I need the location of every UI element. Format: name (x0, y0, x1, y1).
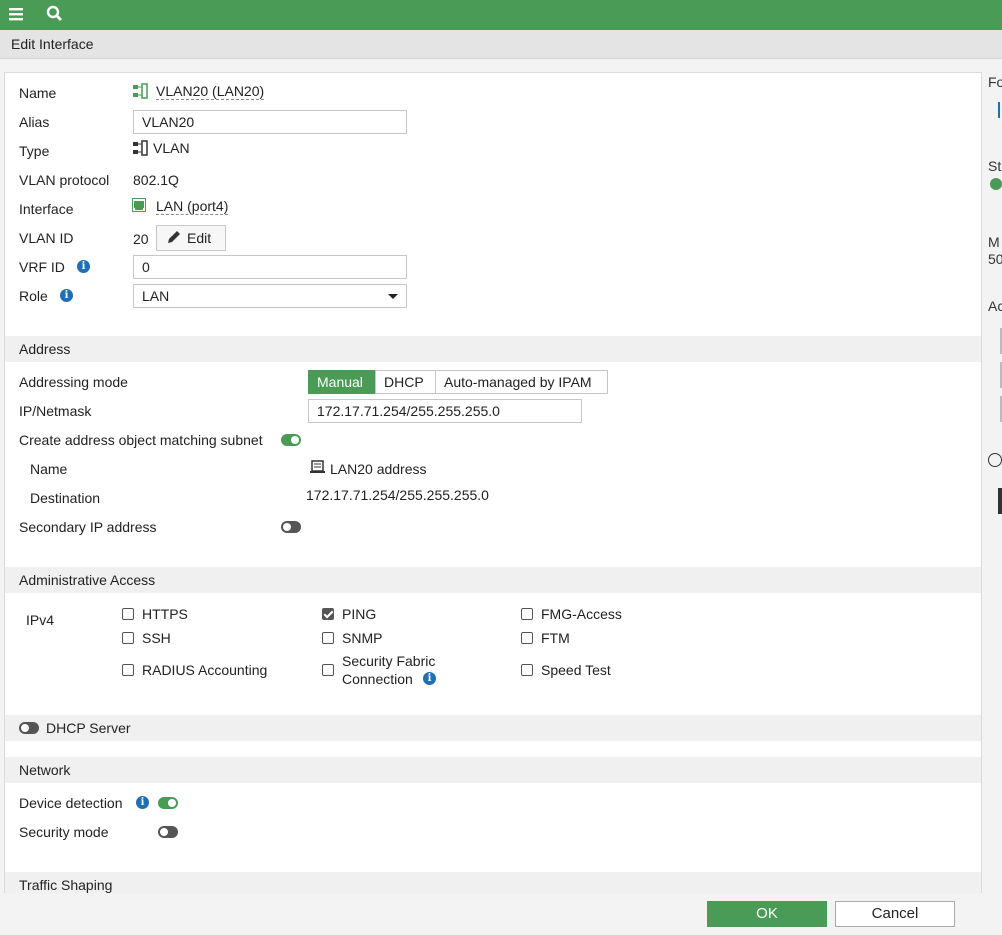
vlan-icon (132, 83, 148, 102)
admin-access-section-title: Administrative Access (19, 572, 156, 588)
address-object-name-value: LAN20 address (330, 461, 427, 477)
address-object-icon (310, 460, 325, 477)
mode-dhcp-button[interactable]: DHCP (375, 370, 436, 394)
role-label: Role (19, 288, 48, 304)
cancel-button[interactable]: Cancel (835, 901, 955, 927)
side-panel-label-ac: Ac (988, 298, 1002, 314)
ssh-label: SSH (142, 630, 171, 646)
name-value: VLAN20 (LAN20) (156, 83, 265, 100)
vlan-id-label: VLAN ID (19, 230, 74, 246)
port-icon (132, 198, 146, 215)
vlan-protocol-label: VLAN protocol (19, 172, 110, 188)
radius-accounting-checkbox[interactable] (122, 664, 134, 676)
mode-manual-button[interactable]: Manual (308, 370, 376, 394)
ipv4-label: IPv4 (26, 612, 55, 628)
addressing-mode-label: Addressing mode (19, 374, 128, 390)
security-fabric-label-line2: Connection (342, 671, 413, 687)
fmg-access-checkbox[interactable] (521, 608, 533, 620)
status-up-icon (990, 178, 1002, 190)
role-info-icon[interactable]: i (60, 289, 73, 302)
ip-netmask-input[interactable]: 172.17.71.254/255.255.255.0 (308, 399, 582, 423)
fmg-access-label: FMG-Access (541, 606, 622, 622)
device-detection-label: Device detection (19, 795, 123, 811)
network-section-title: Network (19, 762, 71, 778)
secondary-ip-label: Secondary IP address (19, 519, 157, 535)
vrf-id-info-icon[interactable]: i (77, 260, 90, 273)
vlan-id-edit-button[interactable]: Edit (156, 225, 226, 251)
vlan-type-icon (132, 140, 148, 159)
security-fabric-checkbox[interactable] (322, 664, 334, 676)
side-panel-label-m: M (988, 234, 1000, 250)
create-address-object-toggle[interactable] (281, 434, 301, 446)
speed-test-label: Speed Test (541, 662, 611, 678)
side-panel-link-icon[interactable] (998, 102, 1002, 118)
help-icon[interactable] (988, 453, 1002, 467)
https-label: HTTPS (142, 606, 188, 622)
ssh-checkbox[interactable] (122, 632, 134, 644)
dhcp-server-section-header: DHCP Server (5, 715, 981, 741)
edit-button-label: Edit (187, 230, 212, 246)
dhcp-server-title: DHCP Server (46, 720, 131, 736)
vrf-id-label: VRF ID (19, 259, 65, 275)
traffic-shaping-title: Traffic Shaping (19, 877, 113, 893)
destination-value: 172.17.71.254/255.255.255.0 (306, 487, 489, 503)
search-icon[interactable] (46, 3, 64, 28)
role-select[interactable]: LAN (133, 284, 407, 308)
admin-access-section-header: Administrative Access (5, 567, 981, 593)
ftm-checkbox[interactable] (521, 632, 533, 644)
type-label: Type (19, 143, 50, 159)
create-address-object-label: Create address object matching subnet (19, 432, 263, 448)
interface-label: Interface (19, 201, 74, 217)
ping-label: PING (342, 606, 377, 622)
network-section-header: Network (5, 757, 981, 783)
side-panel-label-fo: Fo (988, 74, 1002, 90)
address-section-header: Address (5, 336, 981, 362)
type-value: VLAN (153, 140, 190, 156)
https-checkbox[interactable] (122, 608, 134, 620)
ftm-label: FTM (541, 630, 570, 646)
security-mode-toggle[interactable] (158, 826, 178, 838)
interface-value: LAN (port4) (156, 198, 229, 215)
vlan-id-value: 20 (133, 231, 149, 247)
security-fabric-info-icon[interactable]: i (423, 672, 436, 685)
destination-label: Destination (30, 490, 101, 506)
ping-checkbox[interactable] (322, 608, 334, 620)
chevron-down-icon (388, 294, 398, 299)
vrf-id-input[interactable]: 0 (133, 255, 407, 279)
radius-accounting-label: RADIUS Accounting (142, 662, 268, 678)
pencil-icon (167, 227, 181, 251)
name-label: Name (19, 85, 57, 101)
dhcp-server-toggle[interactable] (19, 722, 39, 734)
mode-ipam-button[interactable]: Auto-managed by IPAM (435, 370, 608, 394)
device-detection-info-icon[interactable]: i (136, 796, 149, 809)
security-mode-label: Security mode (19, 824, 109, 840)
edit-interface-form: Name VLAN20 (LAN20) Alias VLAN20 Type VL… (4, 72, 982, 894)
speed-test-checkbox[interactable] (521, 664, 533, 676)
user-icon (998, 488, 1002, 514)
role-select-value: LAN (142, 288, 170, 304)
page-title-bar: Edit Interface (0, 30, 1002, 59)
ip-netmask-label: IP/Netmask (19, 403, 92, 419)
vlan-protocol-value: 802.1Q (133, 172, 179, 188)
device-detection-toggle[interactable] (158, 797, 178, 809)
page-title: Edit Interface (11, 36, 94, 52)
side-panel-value: 50 (988, 251, 1002, 267)
snmp-label: SNMP (342, 630, 383, 646)
ok-button[interactable]: OK (707, 901, 827, 927)
side-panel-label-st: St (988, 158, 1002, 174)
top-navigation-bar (0, 0, 1002, 30)
snmp-checkbox[interactable] (322, 632, 334, 644)
menu-icon[interactable] (9, 3, 25, 28)
secondary-ip-toggle[interactable] (281, 521, 301, 533)
address-object-name-label: Name (30, 461, 68, 477)
alias-label: Alias (19, 114, 50, 130)
address-section-title: Address (19, 341, 71, 357)
traffic-shaping-section-header: Traffic Shaping (5, 872, 981, 893)
alias-input[interactable]: VLAN20 (133, 110, 407, 134)
security-fabric-label-line1: Security Fabric (342, 653, 436, 669)
